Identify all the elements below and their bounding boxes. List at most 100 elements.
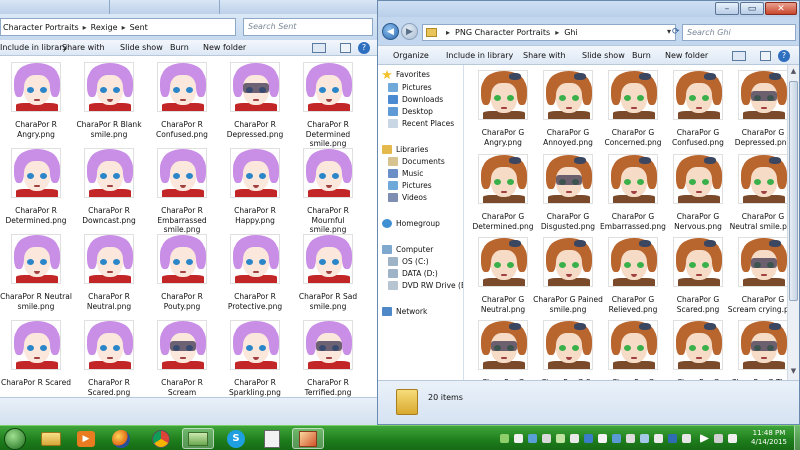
- preview-pane-icon[interactable]: [760, 51, 771, 61]
- file-name: CharaPor R Protective.png: [227, 292, 283, 311]
- toolbar-new-folder[interactable]: New folder: [665, 51, 708, 60]
- pictures-icon: [388, 181, 398, 190]
- toolbar-share-with[interactable]: Share with: [523, 51, 566, 60]
- start-button[interactable]: [4, 428, 26, 450]
- preview-pane-icon[interactable]: [340, 43, 351, 53]
- action-center-flag-icon[interactable]: [700, 434, 709, 443]
- toolbar-organize[interactable]: Organize: [393, 51, 429, 60]
- volume-icon[interactable]: [728, 434, 737, 443]
- scroll-up-icon[interactable]: ▲: [789, 67, 798, 76]
- show-desktop-button[interactable]: [794, 426, 800, 450]
- taskbar-chrome-button[interactable]: [145, 428, 177, 449]
- nav-favorites[interactable]: Favorites: [382, 70, 430, 79]
- back-button[interactable]: ◀: [382, 23, 399, 40]
- nav-desktop[interactable]: Desktop: [388, 107, 433, 116]
- nav-libraries[interactable]: Libraries: [382, 145, 428, 154]
- portrait-image: [608, 154, 658, 204]
- toolbar-slide-show[interactable]: Slide show: [582, 51, 625, 60]
- breadcrumb-item[interactable]: Character Portraits: [3, 23, 79, 32]
- toolbar-burn[interactable]: Burn: [632, 51, 651, 60]
- nav-library-pictures[interactable]: Pictures: [388, 181, 432, 190]
- tray-icon[interactable]: [528, 434, 537, 443]
- toolbar-include-in-library[interactable]: Include in library: [446, 51, 513, 60]
- nav-downloads[interactable]: Downloads: [388, 95, 443, 104]
- tray-icon[interactable]: [612, 434, 621, 443]
- close-button[interactable]: ✕: [765, 2, 797, 15]
- refresh-icon[interactable]: ⟳: [672, 27, 680, 37]
- tray-icon[interactable]: [598, 434, 607, 443]
- breadcrumb-item[interactable]: Ghi: [564, 28, 578, 37]
- help-icon[interactable]: ?: [358, 42, 370, 54]
- tray-icon[interactable]: [640, 434, 649, 443]
- nav-drive-d[interactable]: DATA (D:): [388, 269, 438, 278]
- tray-icon[interactable]: [626, 434, 635, 443]
- breadcrumb-item[interactable]: PNG Character Portraits: [455, 28, 550, 37]
- computer-icon: [382, 245, 392, 254]
- taskbar-skype-button[interactable]: S: [220, 428, 252, 449]
- nav-pictures[interactable]: Pictures: [388, 83, 432, 92]
- background-title-strip: [0, 0, 377, 14]
- tray-icon[interactable]: [584, 434, 593, 443]
- nav-network[interactable]: Network: [382, 307, 427, 316]
- file-name: CharaPor R Happy.png: [234, 206, 276, 225]
- taskbar-media-player-button[interactable]: ▶: [70, 428, 102, 449]
- search-input[interactable]: Search Ghi: [682, 24, 796, 41]
- tray-icon[interactable]: [500, 434, 509, 443]
- tray-icon[interactable]: [668, 434, 677, 443]
- nav-music[interactable]: Music: [388, 169, 423, 178]
- nav-drive-e[interactable]: DVD RW Drive (E:): [388, 281, 463, 290]
- address-breadcrumb[interactable]: ▸ PNG Character Portraits ▸ Ghi ▾: [422, 24, 676, 41]
- maximize-button[interactable]: ▭: [740, 2, 764, 15]
- taskbar-app-button[interactable]: [256, 428, 288, 449]
- portrait-image: [84, 234, 134, 284]
- file-name: CharaPor G Confused.png: [672, 128, 724, 147]
- details-pane: 20 items: [378, 380, 799, 424]
- portrait-image: [303, 148, 353, 198]
- clock[interactable]: 11:48 PM 4/14/2015: [746, 429, 792, 447]
- vertical-scrollbar[interactable]: ▲ ▼: [787, 65, 799, 380]
- nav-computer[interactable]: Computer: [382, 245, 433, 254]
- nav-documents[interactable]: Documents: [388, 157, 445, 166]
- toolbar-burn[interactable]: Burn: [170, 43, 189, 52]
- toolbar-new-folder[interactable]: New folder: [203, 43, 246, 52]
- toolbar-share-with[interactable]: Share with: [62, 43, 105, 52]
- scroll-down-icon[interactable]: ▼: [789, 367, 798, 376]
- nav-drive-c[interactable]: OS (C:): [388, 257, 429, 266]
- tray-icon[interactable]: [570, 434, 579, 443]
- homegroup-icon: [382, 219, 392, 228]
- breadcrumb-item[interactable]: Rexige: [91, 23, 118, 32]
- minimize-button[interactable]: –: [715, 2, 739, 15]
- view-options-icon[interactable]: [312, 43, 326, 53]
- star-icon: [382, 70, 392, 79]
- help-icon[interactable]: ?: [778, 50, 790, 62]
- view-options-icon[interactable]: [732, 51, 746, 61]
- nav-homegroup[interactable]: Homegroup: [382, 219, 440, 228]
- file-name: CharaPor G Annoyed.png: [543, 128, 593, 147]
- network-tray-icon[interactable]: [714, 434, 723, 443]
- taskbar-paint-button[interactable]: [292, 428, 324, 449]
- address-breadcrumb[interactable]: Character Portraits ▸ Rexige ▸ Sent: [0, 18, 236, 36]
- dropdown-arrow-icon[interactable]: ▾: [667, 27, 671, 36]
- search-input[interactable]: Search Sent: [243, 18, 373, 36]
- file-name: CharaPor R Mournful smile.png: [307, 206, 349, 234]
- tray-icon[interactable]: [682, 434, 691, 443]
- breadcrumb-item[interactable]: Sent: [130, 23, 148, 32]
- nav-recent-places[interactable]: Recent Places: [388, 119, 454, 128]
- taskbar-explorer-button[interactable]: [35, 428, 67, 449]
- forward-button[interactable]: ▶: [401, 23, 418, 40]
- tray-icon[interactable]: [542, 434, 551, 443]
- tray-icon[interactable]: [556, 434, 565, 443]
- portrait-image: [84, 62, 134, 112]
- taskbar-photo-viewer-button[interactable]: [182, 428, 214, 449]
- toolbar-slide-show[interactable]: Slide show: [120, 43, 163, 52]
- tray-icon[interactable]: [654, 434, 663, 443]
- nav-videos[interactable]: Videos: [388, 193, 427, 202]
- taskbar-firefox-button[interactable]: [105, 428, 137, 449]
- folder-icon: [41, 431, 61, 446]
- tray-icon[interactable]: [514, 434, 523, 443]
- nav-label: Favorites: [396, 70, 430, 79]
- toolbar-include-in-library[interactable]: Include in library: [0, 43, 67, 52]
- scroll-thumb[interactable]: [789, 81, 798, 301]
- skype-icon: S: [227, 429, 245, 448]
- portrait-image: [157, 234, 207, 284]
